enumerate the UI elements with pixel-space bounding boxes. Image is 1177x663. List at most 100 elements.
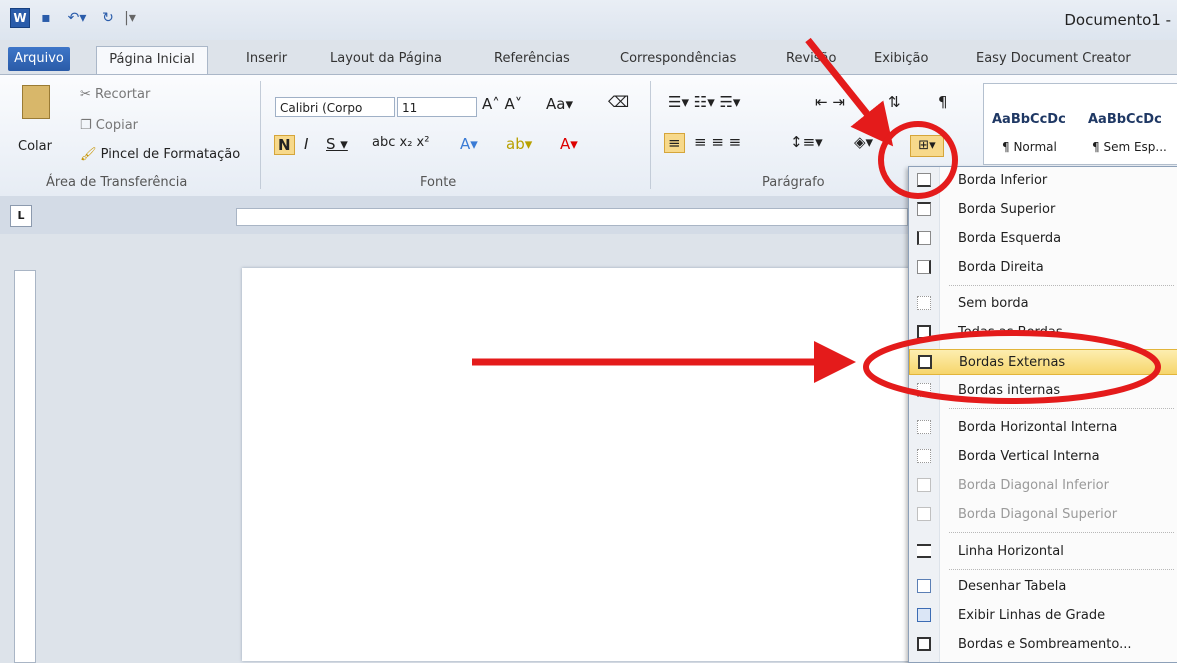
change-case-icon[interactable]: Aa▾ [546, 95, 573, 113]
menu-item-linha-horizontal[interactable]: Linha Horizontal [909, 539, 1177, 565]
divider [260, 81, 261, 189]
tab-selector-icon[interactable]: L [10, 205, 32, 227]
gridlines-icon [917, 608, 931, 622]
tab-layout[interactable]: Layout da Página [326, 46, 446, 72]
menu-item-label: Borda Inferior [958, 173, 1048, 188]
menu-item-label: Exibir Linhas de Grade [958, 608, 1106, 623]
format-painter-button[interactable]: 🖌 Pincel de Formatação [80, 147, 240, 162]
show-marks-icon[interactable]: ¶ [938, 93, 948, 111]
font-group-label: Fonte [420, 175, 457, 190]
format-painter-label: Pincel de Formatação [100, 147, 241, 162]
menu-item-desenhar-tabela[interactable]: Desenhar Tabela [909, 574, 1177, 600]
border-right-icon [917, 260, 931, 274]
menu-item-label: Todas as Bordas [958, 325, 1063, 340]
bold-icon[interactable]: N [274, 135, 295, 155]
style-no-spacing-preview[interactable]: AaBbCcDc [1088, 112, 1162, 127]
title-bar: W ▪ ↶▾ ↻ |▾ Documento1 - [0, 0, 1177, 40]
tab-arquivo[interactable]: Arquivo [8, 47, 70, 71]
menu-item-borda-superior[interactable]: Borda Superior [909, 197, 1177, 223]
indent-icon[interactable]: ⇤ ⇥ [815, 93, 845, 111]
style-normal-preview[interactable]: AaBbCcDc [992, 112, 1066, 127]
font-color-icon[interactable]: A▾ [560, 135, 578, 153]
align-center-icon[interactable]: ≡ ≡ ≡ [694, 133, 741, 151]
align-left-icon[interactable]: ≡ [664, 133, 685, 153]
menu-item-label: Borda Diagonal Superior [958, 507, 1118, 522]
document-page[interactable] [242, 268, 942, 661]
tab-correspondencias[interactable]: Correspondências [616, 46, 740, 72]
tab-revisao[interactable]: Revisão [782, 46, 840, 72]
menu-item-bordas-externas[interactable]: Bordas Externas [909, 349, 1177, 375]
paste-button[interactable]: Colar [18, 139, 52, 154]
menu-item-borda-diagonal-inferior[interactable]: Borda Diagonal Inferior [909, 473, 1177, 499]
menu-item-label: Bordas e Sombreamento... [958, 637, 1132, 652]
menu-item-label: Borda Diagonal Inferior [958, 478, 1109, 493]
tab-exibicao[interactable]: Exibição [870, 46, 932, 72]
menu-separator [949, 532, 1174, 533]
italic-icon[interactable]: I [304, 135, 308, 153]
outside-borders-icon [918, 355, 932, 369]
tab-inserir[interactable]: Inserir [242, 46, 291, 72]
borders-dropdown-menu: Borda Inferior Borda Superior Borda Esqu… [908, 166, 1177, 663]
highlight-color-icon[interactable]: ab▾ [506, 135, 532, 153]
customize-quick-access-icon[interactable]: |▾ [120, 8, 140, 28]
menu-item-sem-borda[interactable]: Sem borda [909, 291, 1177, 317]
copy-button[interactable]: ❐ Copiar [80, 118, 138, 133]
menu-item-exibir-linhas-de-grade[interactable]: Exibir Linhas de Grade [909, 603, 1177, 629]
border-bottom-icon [917, 173, 931, 187]
tab-pagina-inicial[interactable]: Página Inicial [96, 46, 208, 74]
border-left-icon [917, 231, 931, 245]
clear-format-icon[interactable]: ⌫ [608, 93, 629, 111]
menu-item-borda-horizontal-interna[interactable]: Borda Horizontal Interna [909, 415, 1177, 441]
line-spacing-icon[interactable]: ↕≡▾ [790, 133, 823, 151]
window-title: Documento1 - [1064, 11, 1171, 29]
tab-easy-document-creator[interactable]: Easy Document Creator [972, 46, 1135, 72]
word-app-icon[interactable]: W [10, 8, 30, 28]
inside-horizontal-border-icon [917, 420, 931, 434]
style-normal-label[interactable]: ¶ Normal [1002, 140, 1057, 154]
menu-item-label: Desenhar Tabela [958, 579, 1067, 594]
menu-item-borda-vertical-interna[interactable]: Borda Vertical Interna [909, 444, 1177, 470]
style-no-spacing-label[interactable]: ¶ Sem Esp... [1092, 140, 1167, 154]
borders-button[interactable]: ⊞▾ [910, 135, 944, 157]
font-size-combo[interactable]: 11 [397, 97, 477, 117]
menu-item-label: Borda Esquerda [958, 231, 1062, 246]
vertical-ruler[interactable] [14, 270, 36, 663]
cut-button[interactable]: ✂ Recortar [80, 87, 150, 102]
shading-icon[interactable]: ◈▾ [854, 133, 873, 151]
sort-icon[interactable]: ⇅ [888, 93, 901, 111]
menu-item-label: Bordas internas [958, 383, 1061, 398]
underline-icon[interactable]: S ▾ [326, 135, 348, 153]
copy-icon: ❐ [80, 118, 96, 133]
undo-icon[interactable]: ↶▾ [62, 8, 92, 28]
horizontal-ruler[interactable] [236, 208, 908, 226]
menu-item-label: Borda Horizontal Interna [958, 420, 1118, 435]
paste-icon[interactable] [22, 85, 50, 119]
divider [650, 81, 651, 189]
border-top-icon [917, 202, 931, 216]
menu-item-label: Borda Direita [958, 260, 1044, 275]
strikethrough-icon[interactable]: abc x₂ x² [372, 135, 429, 150]
menu-item-bordas-e-sombreamento[interactable]: Bordas e Sombreamento... [909, 632, 1177, 658]
paragraph-group-label: Parágrafo [762, 175, 825, 190]
menu-separator [949, 285, 1174, 286]
menu-item-borda-esquerda[interactable]: Borda Esquerda [909, 226, 1177, 252]
tab-referencias[interactable]: Referências [490, 46, 574, 72]
styles-gallery: AaBbCcDc ¶ Normal AaBbCcDc ¶ Sem Esp... [983, 83, 1177, 165]
menu-item-borda-direita[interactable]: Borda Direita [909, 255, 1177, 281]
diagonal-up-border-icon [917, 507, 931, 521]
ribbon-tabs: Arquivo Página Inicial Inserir Layout da… [0, 46, 1177, 74]
redo-icon[interactable]: ↻ [98, 8, 118, 28]
borders-shading-icon [917, 637, 931, 651]
text-effects-icon[interactable]: A▾ [460, 135, 478, 153]
save-icon[interactable]: ▪ [36, 8, 56, 28]
borders-icon: ⊞▾ [918, 138, 936, 153]
menu-item-borda-inferior[interactable]: Borda Inferior [909, 168, 1177, 194]
grow-font-icon[interactable]: A˄ A˅ [482, 95, 522, 113]
horizontal-line-icon [917, 544, 931, 558]
menu-item-borda-diagonal-superior[interactable]: Borda Diagonal Superior [909, 502, 1177, 528]
bullets-icon[interactable]: ☰▾ ☷▾ ☴▾ [668, 93, 740, 111]
copy-label: Copiar [95, 118, 139, 133]
menu-item-todas-as-bordas[interactable]: Todas as Bordas [909, 320, 1177, 346]
font-name-combo[interactable]: Calibri (Corpo [275, 97, 395, 117]
menu-item-bordas-internas[interactable]: Bordas internas [909, 378, 1177, 404]
